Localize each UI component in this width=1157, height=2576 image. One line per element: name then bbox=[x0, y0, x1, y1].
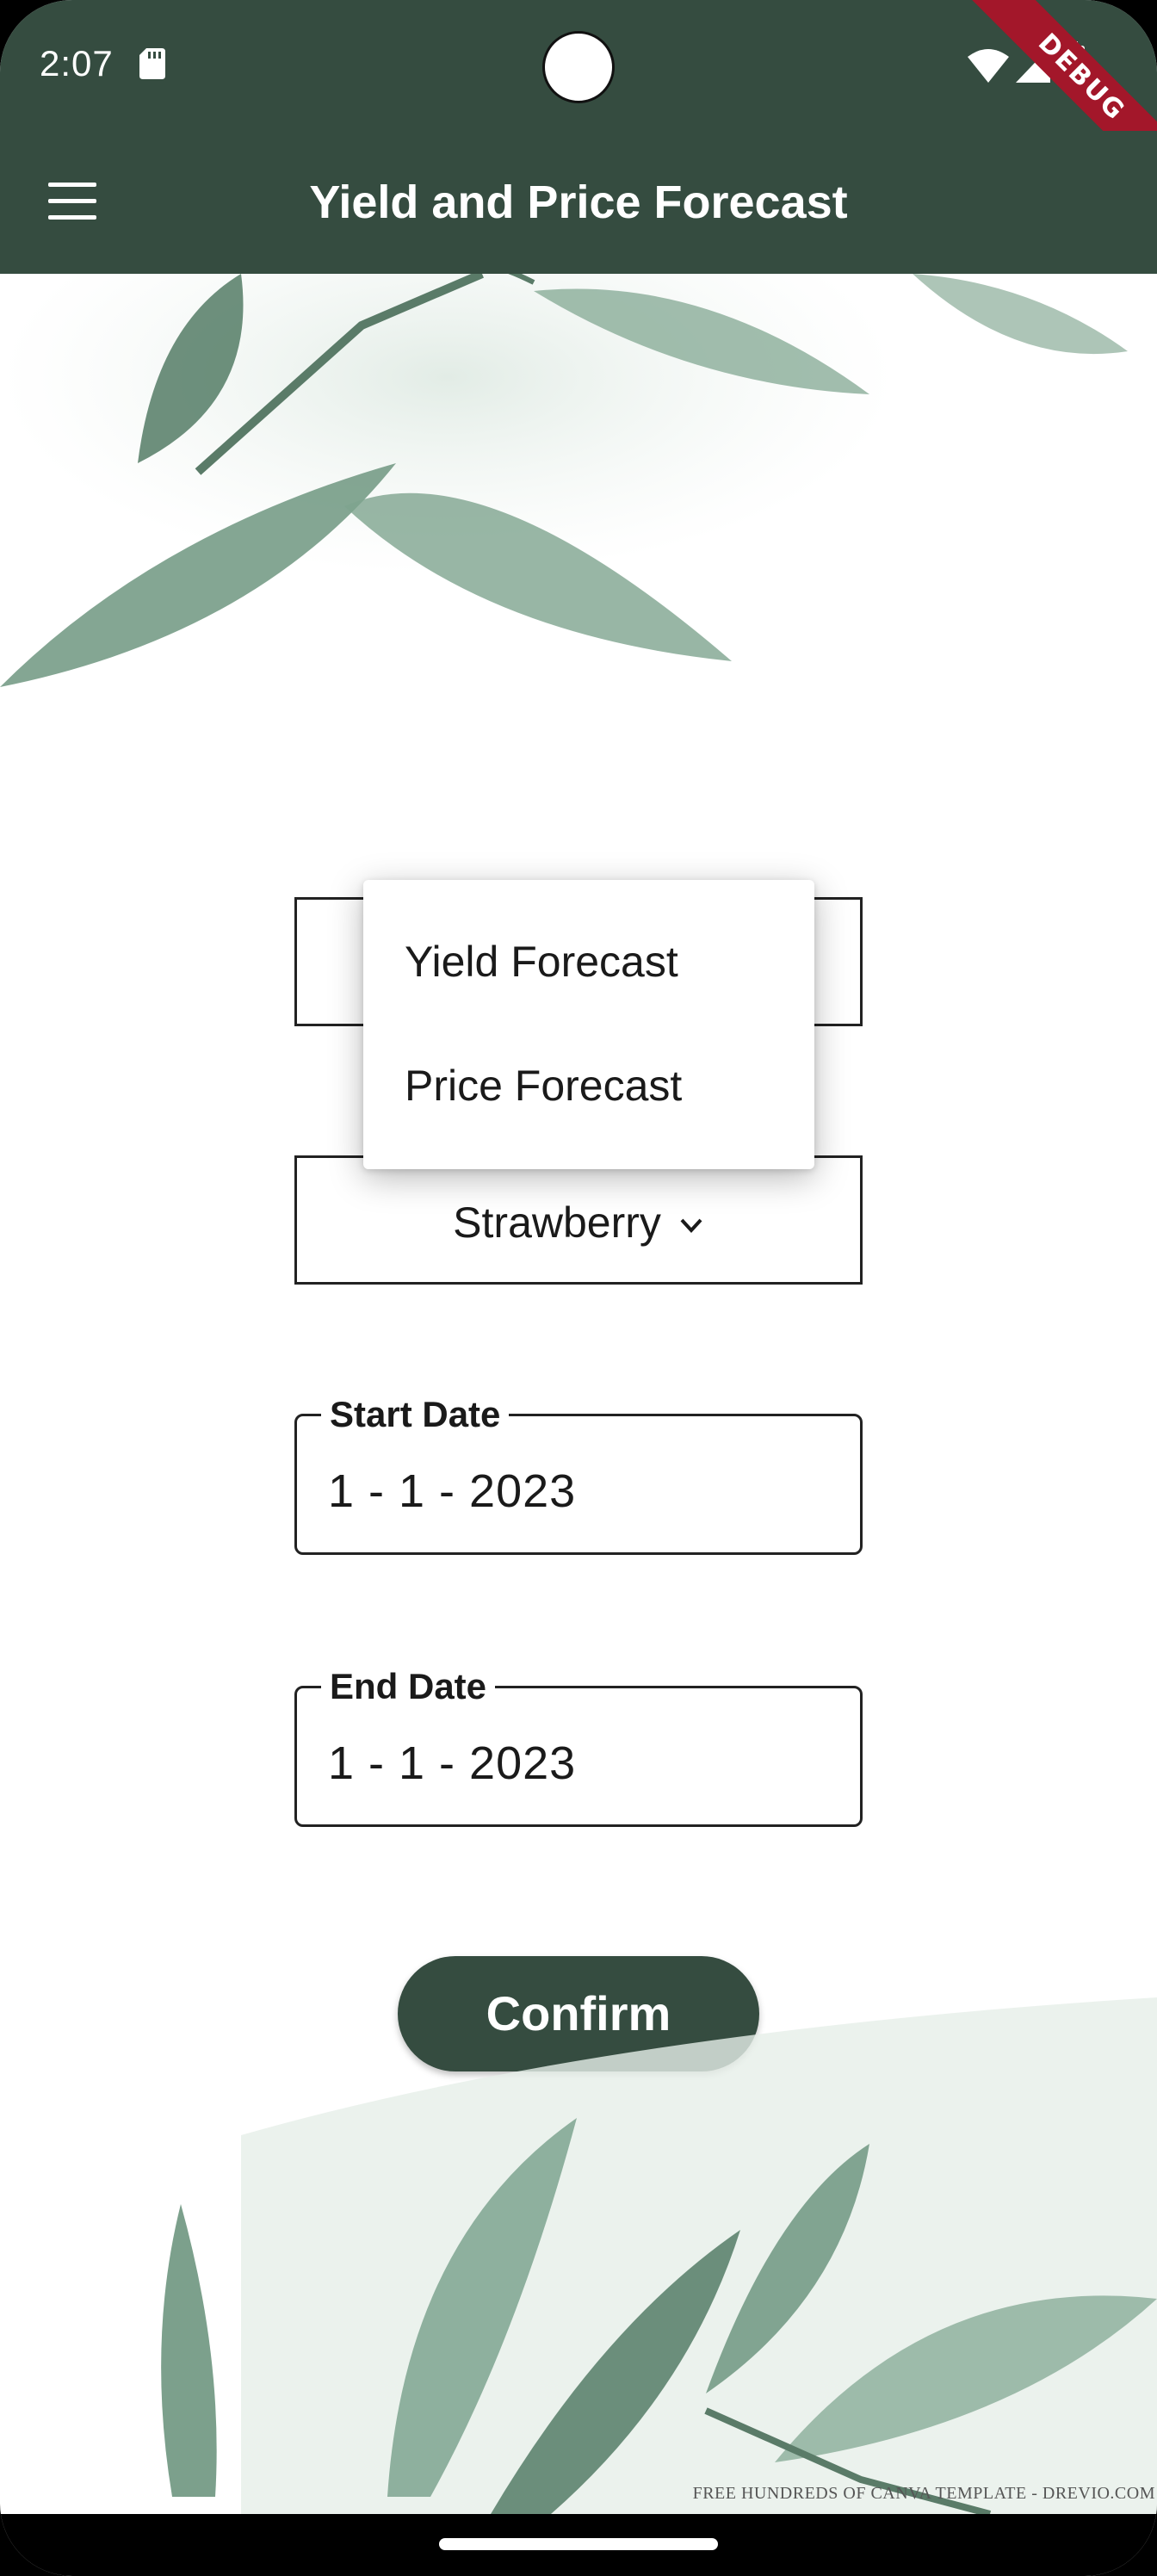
menu-item-yield-forecast[interactable]: Yield Forecast bbox=[405, 937, 678, 987]
crop-select-text: Strawberry bbox=[453, 1198, 661, 1247]
sd-card-icon bbox=[139, 48, 165, 79]
forecast-type-dropdown-menu: Yield Forecast Price Forecast bbox=[363, 880, 814, 1169]
camera-cutout bbox=[542, 31, 615, 103]
home-indicator[interactable] bbox=[439, 2538, 718, 2550]
navigation-bar bbox=[0, 2514, 1157, 2576]
status-bar: 2:07 DEBUG bbox=[0, 0, 1157, 203]
watermark-text: FREE HUNDREDS OF CANVA TEMPLATE - DREVIO… bbox=[692, 2484, 1155, 2503]
end-date-field[interactable]: End Date 1 - 1 - 2023 bbox=[294, 1666, 863, 1827]
wifi-icon bbox=[968, 49, 1009, 83]
menu-item-price-forecast[interactable]: Price Forecast bbox=[405, 1061, 682, 1111]
leaves-decoration-bottom bbox=[161, 1997, 1157, 2514]
chevron-down-icon bbox=[680, 1218, 702, 1233]
crop-select[interactable]: Strawberry bbox=[294, 1155, 863, 1285]
end-date-label: End Date bbox=[321, 1666, 496, 1707]
page-title: Yield and Price Forecast bbox=[309, 176, 848, 228]
app-bar: Yield and Price Forecast bbox=[0, 131, 1157, 274]
end-date-value: 1 - 1 - 2023 bbox=[328, 1737, 577, 1789]
start-date-field[interactable]: Start Date 1 - 1 - 2023 bbox=[294, 1394, 863, 1555]
status-time: 2:07 bbox=[40, 43, 114, 84]
start-date-label: Start Date bbox=[321, 1394, 510, 1435]
crop-select-value: Strawberry bbox=[297, 1198, 860, 1248]
leaves-decoration-top bbox=[0, 274, 1128, 687]
phone-screen: 2:07 DEBUG Yield and Price Forecast Stra… bbox=[0, 0, 1157, 2576]
start-date-value: 1 - 1 - 2023 bbox=[328, 1465, 577, 1517]
